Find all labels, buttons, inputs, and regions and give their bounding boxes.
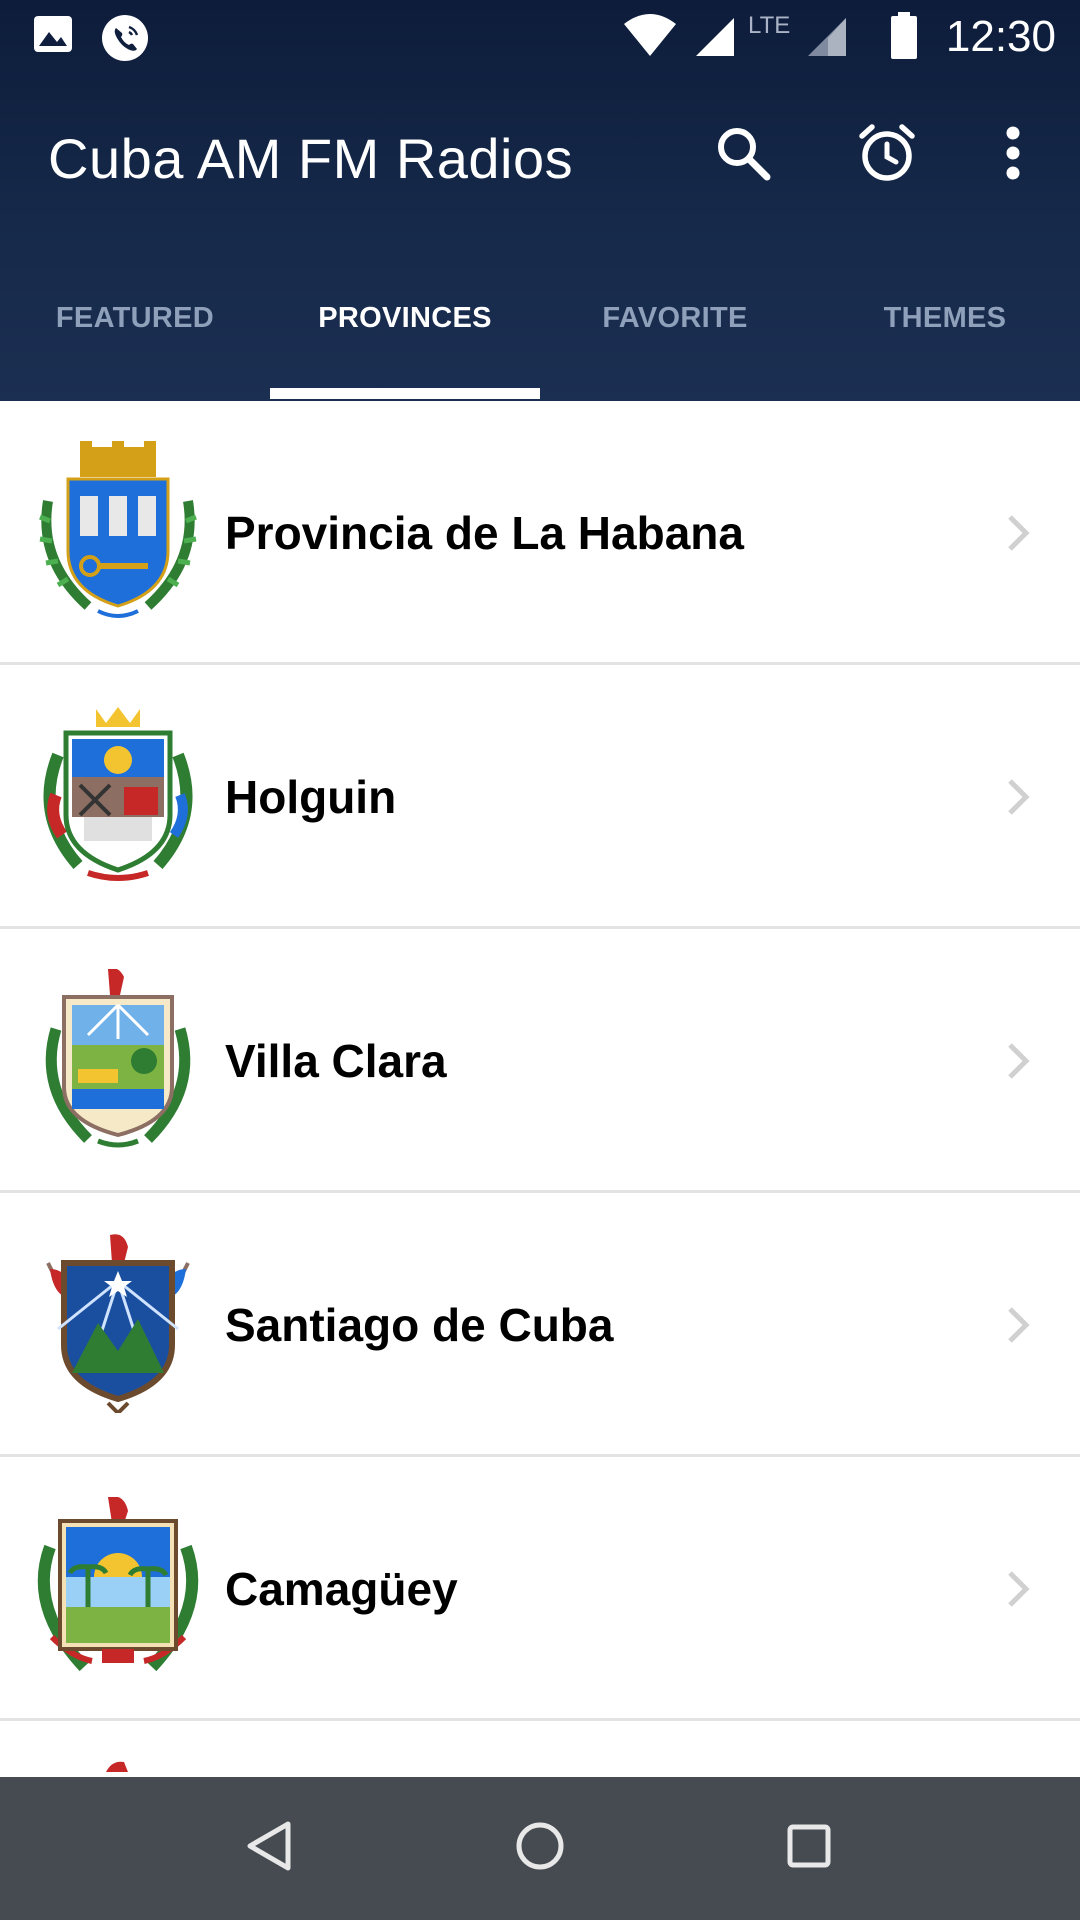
tab-featured[interactable]: FEATURED bbox=[0, 270, 270, 401]
back-button[interactable] bbox=[234, 1813, 304, 1883]
home-icon bbox=[514, 1820, 566, 1877]
emblem-crest-icon bbox=[104, 1759, 130, 1777]
tab-provinces[interactable]: PROVINCES bbox=[270, 270, 540, 401]
list-item[interactable]: Provincia de La Habana bbox=[0, 401, 1080, 665]
recents-button[interactable] bbox=[774, 1813, 844, 1883]
list-item[interactable]: Camagüey bbox=[0, 1457, 1080, 1721]
list-item[interactable]: Holguin bbox=[0, 665, 1080, 929]
navigation-bar bbox=[0, 1777, 1080, 1920]
alarm-button[interactable] bbox=[852, 120, 922, 190]
la-habana-coat-of-arms-icon bbox=[28, 441, 208, 621]
more-vert-icon bbox=[1001, 125, 1025, 186]
app-bar: LTE 12:30 Cuba AM FM Radios FEATURED PRO… bbox=[0, 0, 1080, 401]
screen: LTE 12:30 Cuba AM FM Radios FEATURED PRO… bbox=[0, 0, 1080, 1920]
more-options-button[interactable] bbox=[978, 120, 1048, 190]
search-button[interactable] bbox=[708, 120, 778, 190]
santiago-de-cuba-coat-of-arms-icon bbox=[28, 1233, 208, 1416]
toolbar: Cuba AM FM Radios bbox=[0, 72, 1080, 242]
list-item[interactable]: Villa Clara bbox=[0, 929, 1080, 1193]
chevron-right-icon bbox=[1004, 1305, 1032, 1345]
province-name: Camagüey bbox=[225, 1563, 458, 1615]
image-icon bbox=[32, 14, 74, 59]
list-item-partial[interactable] bbox=[0, 1721, 1080, 1777]
search-icon bbox=[713, 123, 773, 188]
list-item[interactable]: Santiago de Cuba bbox=[0, 1193, 1080, 1457]
camaguey-coat-of-arms-icon bbox=[28, 1496, 208, 1677]
province-list: Provincia de La Habana Holguin Villa Cla… bbox=[0, 401, 1080, 1777]
chevron-right-icon bbox=[1004, 1041, 1032, 1081]
province-name: Santiago de Cuba bbox=[225, 1299, 614, 1351]
province-name: Villa Clara bbox=[225, 1035, 447, 1087]
chevron-right-icon bbox=[1004, 513, 1032, 553]
holguin-coat-of-arms-icon bbox=[28, 705, 208, 885]
villa-clara-coat-of-arms-icon bbox=[28, 968, 208, 1149]
home-button[interactable] bbox=[505, 1813, 575, 1883]
status-time: 12:30 bbox=[945, 12, 1056, 61]
tab-indicator bbox=[270, 388, 540, 399]
app-title: Cuba AM FM Radios bbox=[48, 127, 574, 190]
back-icon bbox=[244, 1820, 294, 1877]
recents-icon bbox=[785, 1822, 833, 1875]
chevron-right-icon bbox=[1004, 777, 1032, 817]
province-name: Provincia de La Habana bbox=[225, 507, 744, 559]
tab-bar: FEATURED PROVINCES FAVORITE THEMES bbox=[0, 270, 1080, 401]
tab-themes[interactable]: THEMES bbox=[810, 270, 1080, 401]
battery-icon bbox=[890, 12, 918, 65]
status-bar: LTE 12:30 bbox=[0, 0, 1080, 72]
lte-label: LTE bbox=[748, 12, 791, 39]
signal-icon bbox=[696, 16, 736, 63]
province-name: Holguin bbox=[225, 771, 397, 823]
lte-signal-icon bbox=[808, 16, 848, 63]
chevron-right-icon bbox=[1004, 1569, 1032, 1609]
phone-call-icon bbox=[100, 14, 150, 67]
alarm-clock-icon bbox=[856, 122, 918, 189]
wifi-icon bbox=[622, 12, 678, 63]
tab-favorite[interactable]: FAVORITE bbox=[540, 270, 810, 401]
